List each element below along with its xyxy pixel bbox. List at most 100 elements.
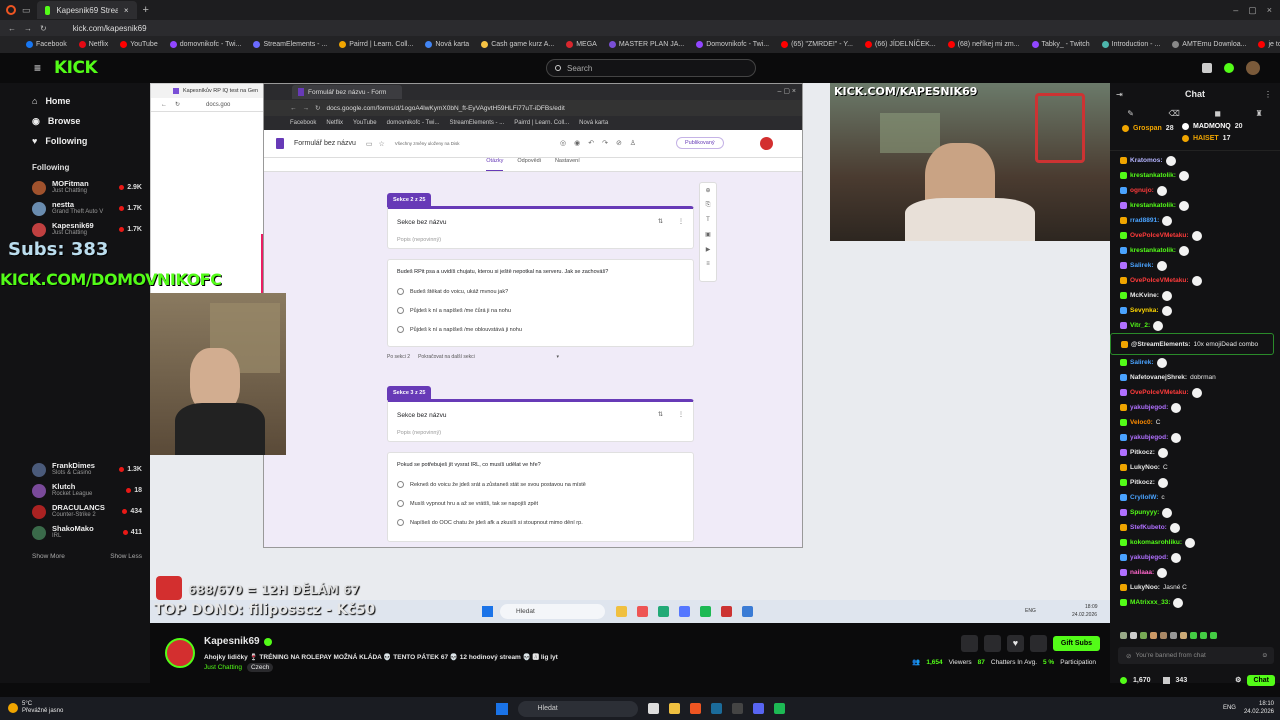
chat-username[interactable]: yakubjegod:	[1130, 404, 1168, 411]
opera-icon[interactable]	[6, 5, 16, 15]
chat-username[interactable]: CryllolW:	[1130, 494, 1158, 501]
bookmark-item[interactable]: Introduction - ...	[1101, 41, 1160, 48]
tray-time[interactable]: 18:10	[1244, 700, 1274, 708]
pinned-gifter[interactable]: HAISET 17	[1182, 135, 1230, 142]
close-tab-icon[interactable]: ×	[124, 6, 129, 15]
channel-avatar[interactable]	[165, 638, 195, 668]
chat-username[interactable]: krestankatolik:	[1130, 247, 1176, 254]
following-item[interactable]: Kapesnik69 Just Chatting 1.7K	[0, 219, 150, 240]
chat-input[interactable]: ⊘ You're banned from chat ☺	[1118, 647, 1274, 664]
chat-username[interactable]: NafetovanejShrek:	[1130, 374, 1187, 381]
menu-icon[interactable]: ≡	[34, 61, 41, 75]
pinned-gifter[interactable]: Grospan 28	[1122, 125, 1174, 132]
chat-username[interactable]: @StreamElements:	[1131, 341, 1190, 348]
bookmark-item[interactable]: (65) "ZMRDE!" - Y...	[781, 41, 853, 48]
chat-username[interactable]: yakubjegod:	[1130, 434, 1168, 441]
chat-username[interactable]: Pitkocz:	[1130, 449, 1155, 456]
bookmark-item[interactable]: Nová karta	[425, 41, 469, 48]
subs-count[interactable]: 343	[1176, 677, 1188, 684]
task-view-icon[interactable]	[647, 703, 659, 714]
bookmark-item[interactable]: Cash game kurz A...	[481, 41, 554, 48]
nav-item-following[interactable]: ♥ Following	[0, 131, 150, 151]
nav-item-browse[interactable]: ◉ Browse	[0, 111, 150, 131]
following-item[interactable]: DRACULANCS Counter-Strike 2 434	[0, 501, 150, 522]
bookmark-item[interactable]: Pairrd | Learn. Coll...	[339, 41, 413, 48]
chat-username[interactable]: rrad8891:	[1130, 217, 1159, 224]
bookmark-item[interactable]: StreamElements - ...	[253, 41, 327, 48]
following-item[interactable]: nestta Grand Theft Auto V 1.7K	[0, 198, 150, 219]
back-icon[interactable]: ←	[8, 24, 16, 33]
explorer-icon[interactable]	[668, 703, 680, 714]
chat-username[interactable]: Salirek:	[1130, 262, 1154, 269]
chat-username[interactable]: krestankatolik:	[1130, 202, 1176, 209]
chat-username[interactable]: OvePolceVMetaku:	[1130, 277, 1189, 284]
steam-icon[interactable]	[710, 703, 722, 714]
maximize-icon[interactable]: ▢	[1248, 5, 1257, 16]
avatar[interactable]	[1246, 61, 1260, 75]
tabs-menu-icon[interactable]: ▭	[22, 5, 31, 15]
following-item[interactable]: Klutch Rocket League 18	[0, 480, 150, 501]
tray-date[interactable]: 24.02.2026	[1244, 708, 1274, 716]
chat-username[interactable]: MAtrixxx_33:	[1130, 599, 1170, 606]
chat-username[interactable]: Salirek:	[1130, 359, 1154, 366]
trash-icon[interactable]: ⌫	[1169, 109, 1180, 118]
browser-tab-active[interactable]: Kapesnik69 Stream - Watc ×	[36, 1, 137, 19]
bookmark-item[interactable]: Facebook	[26, 41, 67, 48]
clip-button[interactable]	[960, 635, 978, 652]
chat-username[interactable]: LukyNoo:	[1130, 584, 1160, 591]
pin-icon[interactable]: ✎	[1127, 109, 1134, 118]
bookmark-item[interactable]: AMTEmu Downloa...	[1172, 41, 1246, 48]
spotify-icon[interactable]	[773, 703, 785, 714]
chat-username[interactable]: krestankatolik:	[1130, 172, 1176, 179]
close-window-icon[interactable]: ×	[1267, 5, 1272, 16]
nav-item-home[interactable]: ⌂ Home	[0, 91, 150, 111]
language-tag[interactable]: Czech	[246, 663, 274, 672]
chat-username[interactable]: Spunyyy:	[1130, 509, 1159, 516]
bookmark-item[interactable]: MASTER PLAN JA...	[608, 41, 684, 48]
chat-username[interactable]: OvePolceVMetaku:	[1130, 389, 1189, 396]
pinned-gifter[interactable]: MADMONQ 20	[1182, 123, 1243, 130]
bookmark-item[interactable]: je to moje první vi...	[1258, 41, 1280, 48]
chat-username[interactable]: kokomasrohliku:	[1130, 539, 1182, 546]
minimize-icon[interactable]: –	[1233, 5, 1238, 16]
obs-icon[interactable]	[731, 703, 743, 714]
bookmark-item[interactable]: Domovnikofc - Twi...	[696, 41, 769, 48]
stream-player[interactable]: Kapesníkův RP IQ test na Gen ← ↻ docs.go…	[150, 83, 1110, 623]
channel-points[interactable]: 1,670	[1133, 677, 1151, 684]
new-tab-icon[interactable]: +	[143, 4, 149, 16]
following-item[interactable]: FrankDimes Slots & Casino 1.3K	[0, 459, 150, 480]
notify-button[interactable]	[983, 635, 1001, 652]
weather-icon[interactable]	[8, 703, 18, 713]
chat-username[interactable]: Pitkocz:	[1130, 479, 1155, 486]
chat-username[interactable]: nailaaa:	[1130, 569, 1154, 576]
following-item[interactable]: ShakoMako IRL 411	[0, 522, 150, 543]
discord-icon[interactable]	[752, 703, 764, 714]
forward-icon[interactable]: →	[24, 24, 32, 33]
bookmark-item[interactable]: (66) JÍDELNÍČEK...	[864, 41, 936, 48]
chat-more-icon[interactable]: ⋮	[1264, 90, 1272, 99]
chat-username[interactable]: Kratomos:	[1130, 157, 1163, 164]
chat-username[interactable]: yakubjegod:	[1130, 554, 1168, 561]
gift-subs-button[interactable]: Gift Subs	[1052, 636, 1100, 651]
reload-icon[interactable]: ↻	[40, 24, 47, 33]
chat-username[interactable]: ognujo:	[1130, 187, 1154, 194]
chat-username[interactable]: Veloc0:	[1130, 419, 1153, 426]
emote-picker-icon[interactable]: ☺	[1261, 652, 1268, 659]
show-less-link[interactable]: Show Less	[110, 553, 142, 560]
channel-name[interactable]: Kapesnik69	[204, 636, 260, 647]
opera-taskbar-icon[interactable]	[689, 703, 701, 714]
trophy-icon[interactable]: ♜	[1256, 109, 1263, 118]
chat-username[interactable]: StefKubeto:	[1130, 524, 1167, 531]
bookmark-item[interactable]: (68) neříkej mi zm...	[947, 41, 1020, 48]
chat-send-button[interactable]: Chat	[1247, 674, 1275, 686]
bookmark-item[interactable]: Netflix	[78, 41, 108, 48]
show-more-link[interactable]: Show More	[32, 553, 65, 560]
chat-username[interactable]: Vitr_2:	[1130, 322, 1150, 329]
bookmark-item[interactable]: domovnikofc - Twi...	[169, 41, 241, 48]
chat-username[interactable]: LukyNoo:	[1130, 464, 1160, 471]
url-field[interactable]: kick.com/kapesnik69	[73, 24, 147, 33]
taskbar-search[interactable]: Hledat	[517, 700, 638, 717]
chat-username[interactable]: OvePolceVMetaku:	[1130, 232, 1189, 239]
following-item[interactable]: MOFitman Just Chatting 2.9K	[0, 177, 150, 198]
bookmark-item[interactable]: MEGA	[566, 41, 597, 48]
